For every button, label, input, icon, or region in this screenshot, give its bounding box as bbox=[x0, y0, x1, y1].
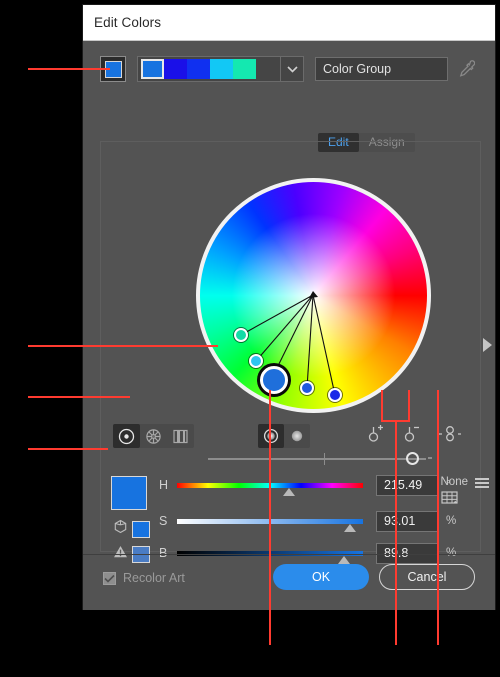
screenshot-root: Edit Colors Color Group Edit Assign H 21… bbox=[0, 0, 500, 677]
marker-deep-blue[interactable] bbox=[328, 388, 342, 402]
brightness-slider-knob[interactable] bbox=[406, 452, 420, 465]
segmented-color-wheel-icon[interactable] bbox=[140, 424, 167, 448]
annotation-line-wheel-tools bbox=[28, 396, 130, 398]
recolor-art-checkbox[interactable] bbox=[103, 571, 116, 585]
color-grid-icon[interactable] bbox=[440, 491, 469, 512]
current-color-swatch[interactable] bbox=[111, 476, 147, 510]
brightness-slider-end bbox=[428, 457, 432, 459]
brightness-slider[interactable] bbox=[208, 452, 432, 466]
eyedropper-icon[interactable] bbox=[457, 59, 476, 79]
marker-cyan[interactable] bbox=[249, 354, 263, 368]
color-swatch-4[interactable] bbox=[233, 59, 256, 79]
swatch-library-block: None bbox=[440, 476, 469, 512]
hamburger-menu-icon[interactable] bbox=[474, 476, 490, 494]
brightness-slider-track bbox=[208, 458, 426, 460]
slider-knob-hue[interactable] bbox=[282, 487, 295, 496]
marker-selected-blue[interactable] bbox=[260, 366, 288, 394]
dialog-title: Edit Colors bbox=[94, 15, 162, 30]
color-wheel-container[interactable] bbox=[196, 178, 431, 413]
cancel-button[interactable]: Cancel bbox=[379, 564, 475, 590]
recolor-art-label: Recolor Art bbox=[123, 571, 185, 585]
annotation-line-brightness-tool bbox=[269, 390, 271, 645]
edit-colors-dialog: Edit Colors Color Group Edit Assign H 21… bbox=[82, 4, 496, 610]
edit-panel: H 215.49 ° S 93.01 % B % None bbox=[100, 141, 492, 564]
slider-value-saturation[interactable]: 93.01 bbox=[376, 510, 439, 532]
add-color-icon[interactable] bbox=[366, 424, 386, 449]
swatch-library-label: None bbox=[440, 476, 469, 488]
dialog-titlebar: Edit Colors bbox=[83, 5, 495, 41]
color-swatch-3[interactable] bbox=[210, 59, 233, 79]
brightness-light-icon[interactable] bbox=[284, 424, 310, 448]
slider-label-saturation: S bbox=[159, 514, 168, 528]
annotation-line-active-swatch bbox=[28, 68, 110, 70]
dialog-footer: Recolor Art OK Cancel bbox=[83, 554, 495, 610]
color-bars-icon[interactable] bbox=[167, 424, 194, 448]
ok-button[interactable]: OK bbox=[273, 564, 369, 590]
smooth-color-wheel-icon[interactable] bbox=[113, 424, 140, 448]
color-group-swatch-list bbox=[141, 59, 256, 79]
in-gamut-color-swatch[interactable] bbox=[132, 520, 150, 538]
annotation-line-add-color bbox=[381, 390, 383, 422]
brightness-slider-tick bbox=[323, 453, 325, 465]
color-group-strip[interactable] bbox=[137, 56, 304, 82]
annotation-line-color-swatch bbox=[28, 448, 108, 450]
color-cube-icon bbox=[113, 519, 128, 539]
brightness-dark-icon[interactable] bbox=[258, 424, 284, 448]
link-harmony-colors-icon[interactable] bbox=[438, 424, 462, 449]
recolor-art-row[interactable]: Recolor Art bbox=[103, 571, 185, 585]
marker-blue[interactable] bbox=[300, 381, 314, 395]
harmony-rays bbox=[240, 291, 336, 396]
dialog-body: Color Group Edit Assign H 215.49 ° S 93.… bbox=[83, 41, 495, 610]
slider-row-saturation: S 93.01 % bbox=[159, 510, 460, 532]
brightness-mode-group bbox=[258, 424, 310, 448]
annotation-line-harmony-group bbox=[395, 420, 397, 645]
color-swatch-0[interactable] bbox=[141, 59, 164, 79]
wheel-display-mode-group bbox=[113, 424, 194, 448]
color-group-toolbar: Color Group bbox=[100, 55, 483, 83]
marker-spring-green[interactable] bbox=[234, 328, 248, 342]
chevron-right-icon[interactable] bbox=[483, 338, 492, 352]
harmony-tool-group bbox=[366, 424, 462, 449]
slider-label-hue: H bbox=[159, 478, 169, 492]
slider-unit-saturation: % bbox=[446, 515, 457, 527]
color-swatch-2[interactable] bbox=[187, 59, 210, 79]
color-swatch-1[interactable] bbox=[164, 59, 187, 79]
annotation-line-remove-color bbox=[408, 390, 410, 422]
annotation-line-link-colors bbox=[437, 390, 439, 645]
slider-value-hue[interactable]: 215.49 bbox=[376, 474, 439, 496]
slider-knob-saturation[interactable] bbox=[343, 523, 356, 532]
annotation-line-wheel-marker bbox=[28, 345, 218, 347]
color-group-name-input[interactable]: Color Group bbox=[315, 57, 448, 81]
chevron-down-icon[interactable] bbox=[280, 57, 303, 81]
out-of-gamut-row bbox=[113, 519, 150, 539]
remove-color-icon[interactable] bbox=[402, 424, 422, 449]
